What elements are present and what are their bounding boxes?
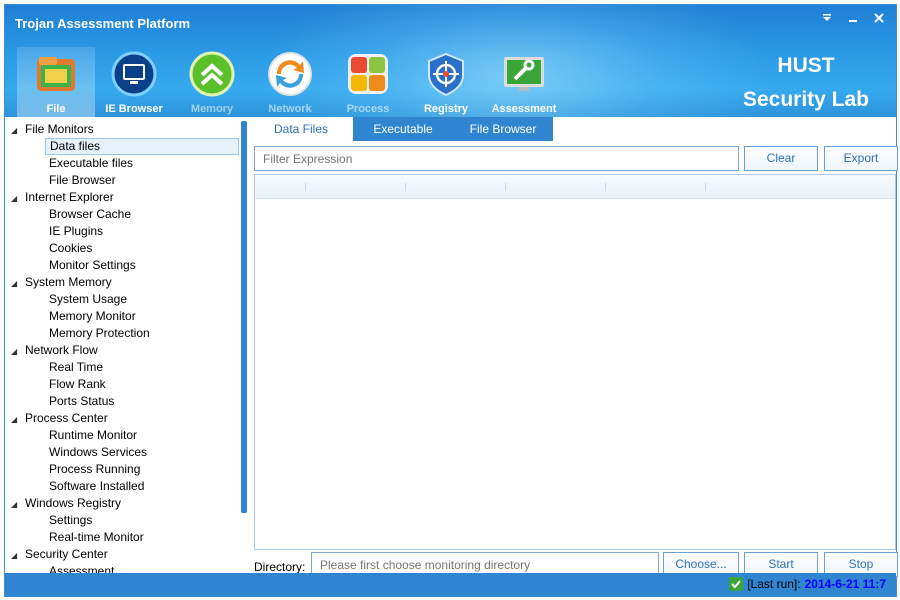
tree-group-label: Process Center xyxy=(25,411,108,425)
toolbar-ie-browser-button[interactable]: IE Browser xyxy=(95,47,173,117)
check-icon xyxy=(729,577,744,591)
tree-group-label: Windows Registry xyxy=(25,496,122,510)
toolbar-label: Assessment xyxy=(491,103,557,115)
wrench-screen-icon xyxy=(501,51,547,97)
tree-item[interactable]: File Browser xyxy=(45,172,120,189)
status-bar: [Last run]: 2014-6-21 11:7 xyxy=(5,573,896,596)
filter-input[interactable] xyxy=(254,146,739,171)
brand-line2: Security Lab xyxy=(742,88,870,111)
monitor-icon xyxy=(111,51,157,97)
toolbar-process-button[interactable]: Process xyxy=(329,47,407,117)
tab-bar: Data Files Executable Files File Browser xyxy=(249,117,553,160)
tree-group[interactable]: ◢ Internet Explorer xyxy=(11,189,114,206)
tree-item[interactable]: Monitor Settings xyxy=(45,257,140,274)
main-panel: Data Files Executable Files File Browser… xyxy=(249,117,898,577)
toolbar-network-button[interactable]: Network xyxy=(251,47,329,117)
toolbar-label: IE Browser xyxy=(105,103,163,115)
app-window: Trojan Assessment Platform File IE Brows… xyxy=(4,4,898,597)
tree-item[interactable]: Executable files xyxy=(45,155,137,172)
last-run-status: [Last run]: 2014-6-21 11:7 xyxy=(729,577,886,591)
tree-item[interactable]: Browser Cache xyxy=(45,206,135,223)
toolbar-label: Memory xyxy=(190,103,234,115)
tree-item[interactable]: Software Installed xyxy=(45,478,148,495)
tree-item[interactable]: Runtime Monitor xyxy=(45,427,141,444)
header: Trojan Assessment Platform File IE Brows… xyxy=(5,5,896,117)
expand-triangle-icon[interactable]: ◢ xyxy=(11,275,25,292)
toolbar-assessment-button[interactable]: Assessment xyxy=(485,47,563,117)
toolbar-file-button[interactable]: File xyxy=(17,47,95,117)
toolbar-label: Registry xyxy=(423,103,469,115)
toolbar-label: Network xyxy=(268,103,312,115)
tree-item[interactable]: IE Plugins xyxy=(45,223,107,240)
tree-item[interactable]: Assessment xyxy=(45,563,118,573)
tree-item[interactable]: Settings xyxy=(45,512,96,529)
tree-item[interactable]: System Usage xyxy=(45,291,131,308)
expand-triangle-icon[interactable]: ◢ xyxy=(11,496,25,513)
toolbar-label: Process xyxy=(346,103,390,115)
tree-item[interactable]: Memory Protection xyxy=(45,325,154,342)
tree-item[interactable]: Real-time Monitor xyxy=(45,529,148,546)
tree-group[interactable]: ◢ File Monitors xyxy=(11,121,94,138)
tree-item[interactable]: Memory Monitor xyxy=(45,308,140,325)
menu-dropdown-icon[interactable] xyxy=(820,11,834,25)
tree-group-label: System Memory xyxy=(25,275,112,289)
grid-header xyxy=(255,175,895,199)
column-separator[interactable] xyxy=(705,183,706,191)
brand-block: HUST Security Lab xyxy=(736,49,876,117)
brand-line1: HUST xyxy=(777,54,835,77)
tree-item[interactable]: Flow Rank xyxy=(45,376,110,393)
shield-target-icon xyxy=(423,51,469,97)
tree-item[interactable]: Ports Status xyxy=(45,393,118,410)
tree-scrollbar[interactable] xyxy=(241,121,247,513)
tree-group[interactable]: ◢ Process Center xyxy=(11,410,108,427)
tree-group-label: Network Flow xyxy=(25,343,98,357)
expand-triangle-icon[interactable]: ◢ xyxy=(11,190,25,207)
last-run-label: [Last run]: xyxy=(747,577,801,591)
last-run-value: 2014-6-21 11:7 xyxy=(804,577,886,591)
data-grid[interactable] xyxy=(254,174,896,550)
toolbar-memory-button[interactable]: Memory xyxy=(173,47,251,117)
toolbar-registry-button[interactable]: Registry xyxy=(407,47,485,117)
toolbar-label: File xyxy=(46,103,66,115)
app-title: Trojan Assessment Platform xyxy=(15,16,191,31)
close-icon[interactable] xyxy=(872,11,886,25)
expand-triangle-icon[interactable]: ◢ xyxy=(11,122,25,139)
expand-triangle-icon[interactable]: ◢ xyxy=(11,343,25,360)
expand-triangle-icon[interactable]: ◢ xyxy=(11,411,25,428)
tree-item[interactable]: Data files xyxy=(45,138,239,155)
expand-triangle-icon[interactable]: ◢ xyxy=(11,547,25,564)
tiles-icon xyxy=(345,51,391,97)
tree-group-label: File Monitors xyxy=(25,122,94,136)
tab-file-browser[interactable]: File Browser xyxy=(453,117,553,141)
tree-item[interactable]: Real Time xyxy=(45,359,107,376)
clear-button[interactable]: Clear xyxy=(744,146,818,171)
tree-item[interactable]: Windows Services xyxy=(45,444,151,461)
tree-item[interactable]: Cookies xyxy=(45,240,96,257)
column-separator[interactable] xyxy=(505,183,506,191)
tab-data-files[interactable]: Data Files xyxy=(249,117,353,141)
tree-group[interactable]: ◢ System Memory xyxy=(11,274,112,291)
chevrons-up-icon xyxy=(189,51,235,97)
navigation-tree: ◢ File Monitors Data files Executable files… xyxy=(5,117,249,573)
refresh-globe-icon xyxy=(267,51,313,97)
tree-group-label: Internet Explorer xyxy=(25,190,114,204)
tree-group[interactable]: ◢ Security Center xyxy=(11,546,108,563)
main-toolbar: File IE Browser Memory Network Process R… xyxy=(17,47,563,117)
tree-item[interactable]: Process Running xyxy=(45,461,144,478)
tree-group[interactable]: ◢ Windows Registry xyxy=(11,495,121,512)
export-button[interactable]: Export xyxy=(824,146,898,171)
column-separator[interactable] xyxy=(305,183,306,191)
column-separator[interactable] xyxy=(405,183,406,191)
column-separator[interactable] xyxy=(605,183,606,191)
folder-icon xyxy=(33,51,79,97)
tree-group-label: Security Center xyxy=(25,547,108,561)
tab-executable-files[interactable]: Executable Files xyxy=(353,117,453,160)
minimize-icon[interactable] xyxy=(846,11,860,25)
tree-group[interactable]: ◢ Network Flow xyxy=(11,342,98,359)
window-controls xyxy=(820,11,886,25)
